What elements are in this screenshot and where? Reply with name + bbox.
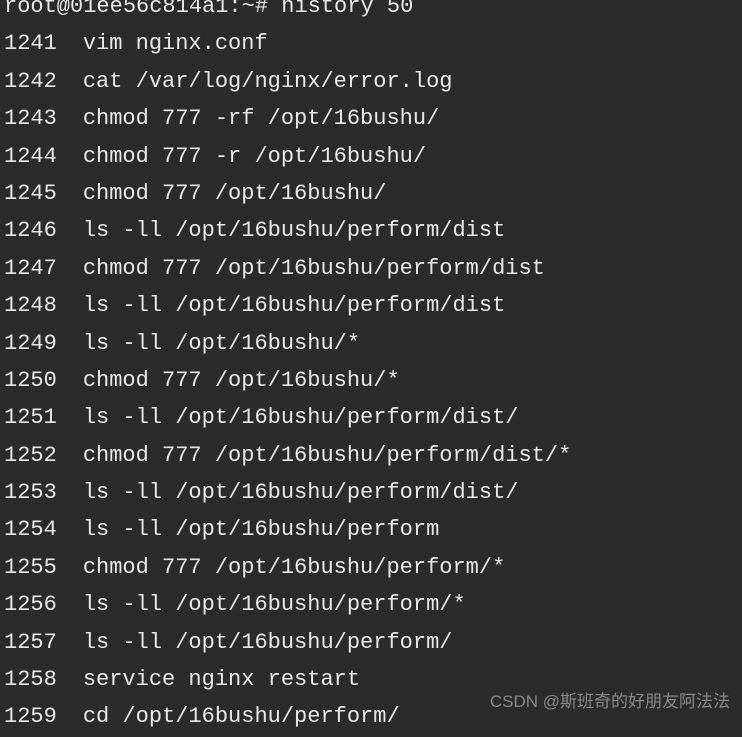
history-command: chmod 777 /opt/16bushu/perform/dist xyxy=(83,250,545,287)
history-number: 1249 xyxy=(4,325,83,362)
history-number: 1259 xyxy=(4,698,83,735)
history-number: 1250 xyxy=(4,362,83,399)
history-number: 1253 xyxy=(4,474,83,511)
history-number: 1244 xyxy=(4,138,83,175)
history-number: 1251 xyxy=(4,399,83,436)
history-command: chmod 777 /opt/16bushu/perform/dist/* xyxy=(83,437,571,474)
history-number: 1256 xyxy=(4,586,83,623)
terminal-output[interactable]: root@01ee56c814a1:~# history 50 1241vim … xyxy=(0,0,742,736)
history-entry: 1256ls -ll /opt/16bushu/perform/* xyxy=(4,586,738,623)
history-number: 1254 xyxy=(4,511,83,548)
history-entry: 1249ls -ll /opt/16bushu/* xyxy=(4,325,738,362)
history-number: 1255 xyxy=(4,549,83,586)
history-command: ls -ll /opt/16bushu/perform/dist/ xyxy=(83,474,519,511)
history-entry: 1244chmod 777 -r /opt/16bushu/ xyxy=(4,138,738,175)
history-entry: 1245chmod 777 /opt/16bushu/ xyxy=(4,175,738,212)
history-entry: 1247chmod 777 /opt/16bushu/perform/dist xyxy=(4,250,738,287)
history-entry: 1257ls -ll /opt/16bushu/perform/ xyxy=(4,624,738,661)
history-number: 1245 xyxy=(4,175,83,212)
history-number: 1257 xyxy=(4,624,83,661)
history-entry: 1253ls -ll /opt/16bushu/perform/dist/ xyxy=(4,474,738,511)
shell-prompt-line: root@01ee56c814a1:~# history 50 xyxy=(4,0,738,25)
history-number: 1252 xyxy=(4,437,83,474)
history-number: 1246 xyxy=(4,212,83,249)
history-number: 1243 xyxy=(4,100,83,137)
history-entry: 1242cat /var/log/nginx/error.log xyxy=(4,63,738,100)
history-command: chmod 777 /opt/16bushu/perform/* xyxy=(83,549,505,586)
history-entry: 1254ls -ll /opt/16bushu/perform xyxy=(4,511,738,548)
history-number: 1241 xyxy=(4,25,83,62)
history-command: chmod 777 /opt/16bushu/* xyxy=(83,362,400,399)
history-entry: 1251ls -ll /opt/16bushu/perform/dist/ xyxy=(4,399,738,436)
history-command: ls -ll /opt/16bushu/perform/ xyxy=(83,624,453,661)
history-command: ls -ll /opt/16bushu/perform/dist/ xyxy=(83,399,519,436)
history-entry: 1241vim nginx.conf xyxy=(4,25,738,62)
history-entry: 1243chmod 777 -rf /opt/16bushu/ xyxy=(4,100,738,137)
history-command: service nginx restart xyxy=(83,661,360,698)
history-command: vim nginx.conf xyxy=(83,25,268,62)
history-command: cat /var/log/nginx/error.log xyxy=(83,63,453,100)
history-number: 1242 xyxy=(4,63,83,100)
history-entry: 1248ls -ll /opt/16bushu/perform/dist xyxy=(4,287,738,324)
history-number: 1247 xyxy=(4,250,83,287)
history-command: chmod 777 /opt/16bushu/ xyxy=(83,175,387,212)
watermark-text: CSDN @斯班奇的好朋友阿法法 xyxy=(490,688,730,717)
history-command: ls -ll /opt/16bushu/perform/dist xyxy=(83,287,505,324)
history-command: ls -ll /opt/16bushu/perform/* xyxy=(83,586,466,623)
history-entry: 1255chmod 777 /opt/16bushu/perform/* xyxy=(4,549,738,586)
history-number: 1248 xyxy=(4,287,83,324)
history-command: chmod 777 -rf /opt/16bushu/ xyxy=(83,100,439,137)
history-command: ls -ll /opt/16bushu/perform xyxy=(83,511,439,548)
history-list: 1241vim nginx.conf1242cat /var/log/nginx… xyxy=(4,25,738,735)
history-command: cd /opt/16bushu/perform/ xyxy=(83,698,400,735)
history-entry: 1252chmod 777 /opt/16bushu/perform/dist/… xyxy=(4,437,738,474)
history-command: ls -ll /opt/16bushu/perform/dist xyxy=(83,212,505,249)
history-entry: 1246ls -ll /opt/16bushu/perform/dist xyxy=(4,212,738,249)
history-command: chmod 777 -r /opt/16bushu/ xyxy=(83,138,426,175)
history-command: ls -ll /opt/16bushu/* xyxy=(83,325,360,362)
history-entry: 1250chmod 777 /opt/16bushu/* xyxy=(4,362,738,399)
history-number: 1258 xyxy=(4,661,83,698)
